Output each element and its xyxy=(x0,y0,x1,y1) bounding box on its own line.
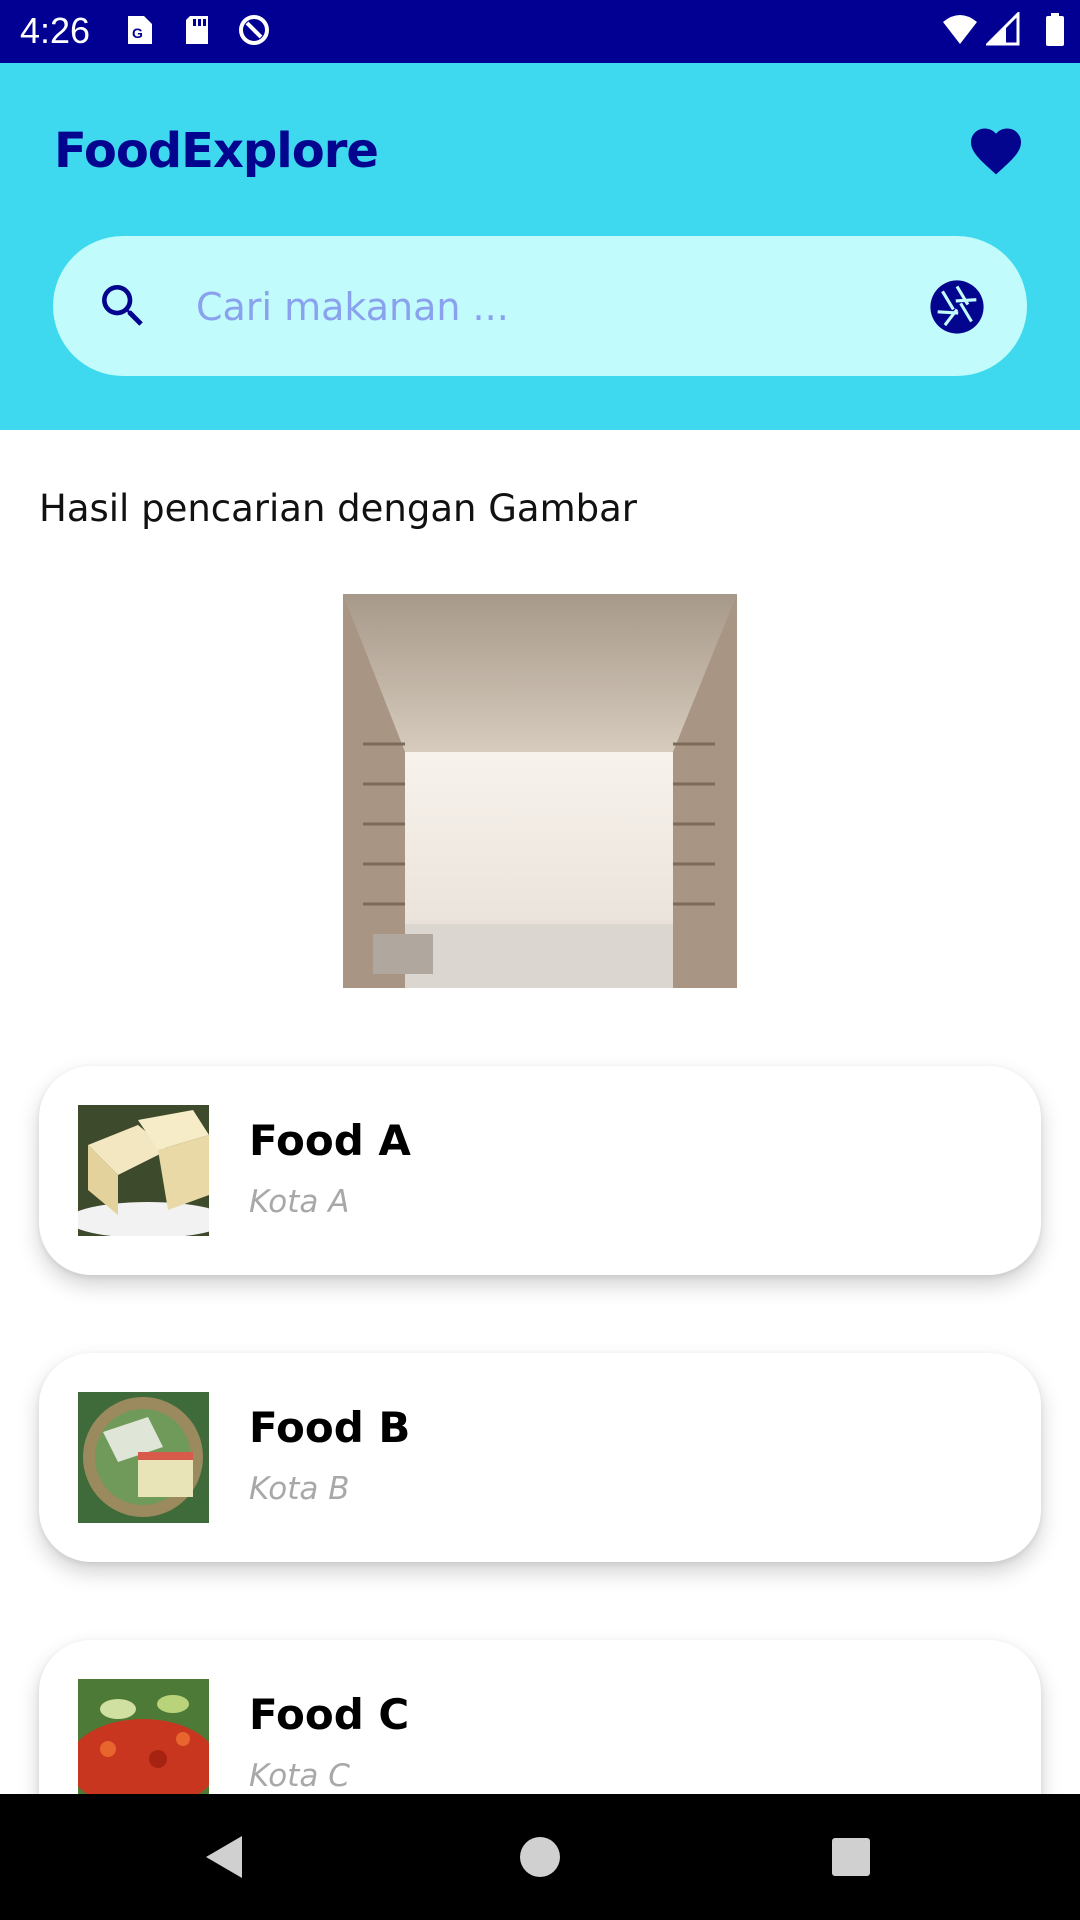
back-icon[interactable] xyxy=(200,1832,250,1882)
app-title: FoodExplore xyxy=(54,123,379,179)
battery-icon xyxy=(1046,13,1064,46)
svg-text:G: G xyxy=(132,25,143,41)
maps-notification-icon: G xyxy=(128,16,152,44)
food-name: Food A xyxy=(249,1116,411,1165)
status-time: 4:26 xyxy=(20,10,91,51)
sync-icon xyxy=(239,15,269,45)
heart-icon[interactable] xyxy=(966,121,1026,181)
food-thumbnail xyxy=(78,1392,209,1523)
navigation-bar xyxy=(0,1794,1080,1920)
recents-icon[interactable] xyxy=(826,1832,876,1882)
food-city: Kota B xyxy=(249,1471,350,1507)
food-name: Food B xyxy=(249,1403,411,1452)
food-city: Kota C xyxy=(249,1758,350,1794)
home-icon[interactable] xyxy=(515,1832,565,1882)
list-item[interactable]: Food B Kota B xyxy=(39,1353,1041,1562)
food-name: Food C xyxy=(249,1690,410,1739)
cellular-signal-icon xyxy=(986,12,1020,46)
search-bar xyxy=(53,236,1027,376)
wifi-icon xyxy=(943,15,977,44)
query-image xyxy=(343,594,737,988)
camera-shutter-icon[interactable] xyxy=(928,278,986,336)
search-icon[interactable] xyxy=(95,278,151,334)
sd-card-icon xyxy=(186,16,208,44)
status-bar: 4:26 G xyxy=(0,0,1080,63)
app-header: FoodExplore xyxy=(0,63,1080,430)
list-item[interactable]: Food A Kota A xyxy=(39,1066,1041,1275)
food-thumbnail xyxy=(78,1679,209,1810)
food-thumbnail xyxy=(78,1105,209,1236)
search-input[interactable] xyxy=(194,264,938,350)
section-title: Hasil pencarian dengan Gambar xyxy=(39,487,638,530)
food-city: Kota A xyxy=(249,1184,350,1220)
